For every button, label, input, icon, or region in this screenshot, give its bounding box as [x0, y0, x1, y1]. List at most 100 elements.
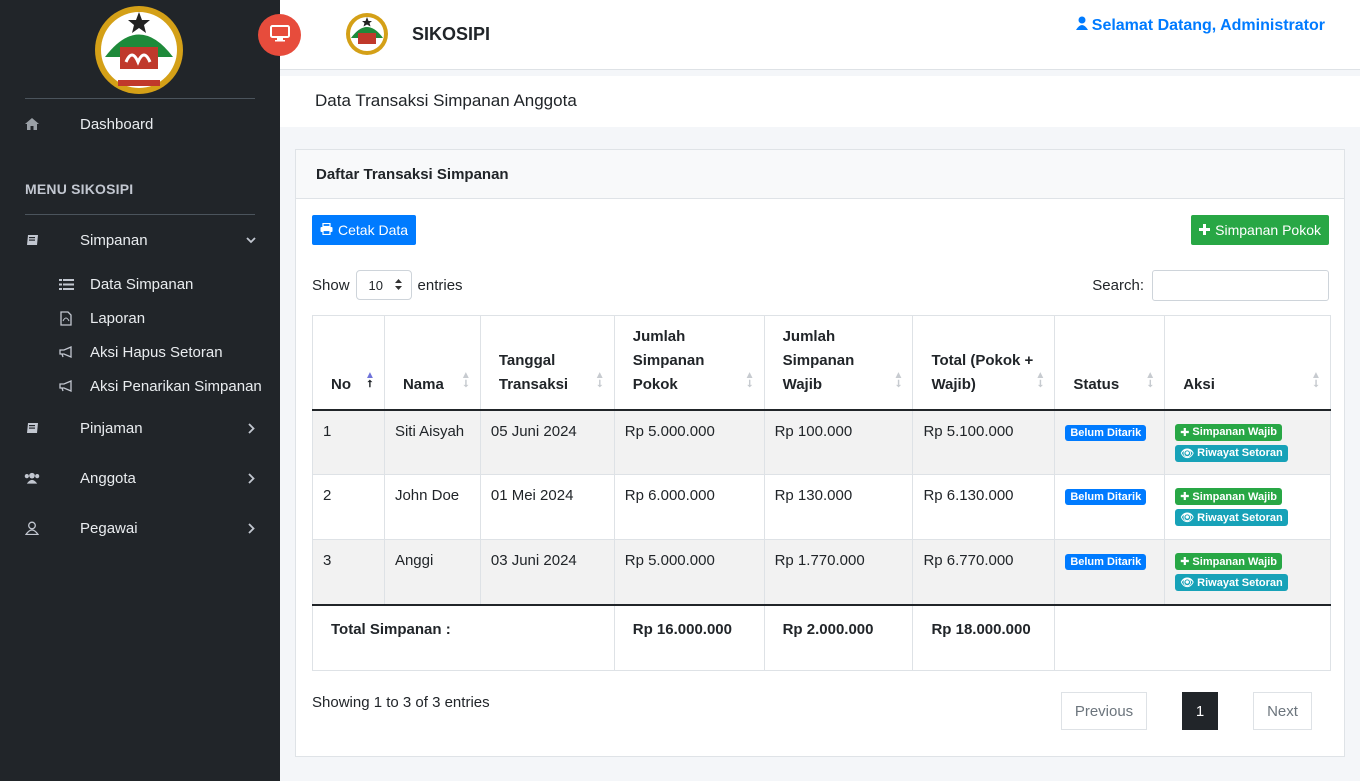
footer-label: Total Simpanan :: [312, 603, 615, 671]
sidebar-item-label: Anggota: [80, 469, 136, 487]
sidebar-item-label: Dashboard: [80, 115, 154, 133]
sidebar-subitem-label: Aksi Hapus Setoran: [90, 343, 223, 361]
entries-select[interactable]: 10: [355, 270, 412, 300]
brand-logo: [345, 12, 389, 56]
users-icon: [24, 470, 40, 486]
show-label: Show: [312, 276, 350, 294]
cell-no: 3: [312, 539, 385, 605]
sort-icon: ▲ ⭣: [1311, 369, 1321, 390]
cell-no: 2: [312, 474, 385, 540]
riwayat-setoran-button[interactable]: 👁 Riwayat Setoran: [1175, 509, 1288, 526]
column-header-wajib[interactable]: Jumlah Simpanan Wajib ▲ ⭣: [763, 315, 914, 411]
sort-icon: ▲ ⭣: [460, 369, 471, 390]
add-simpanan-pokok-button[interactable]: Simpanan Pokok: [1191, 215, 1329, 245]
chevron-right-icon: [246, 422, 256, 434]
sidebar-subitem-penarikan-simpanan[interactable]: Aksi Penarikan Simpanan: [0, 372, 280, 400]
cell-tanggal: 05 Juni 2024: [479, 409, 615, 475]
search-box: Search:: [1092, 270, 1329, 301]
cell-aksi: ✚ Simpanan Wajib 👁 Riwayat Setoran: [1164, 539, 1331, 605]
column-header-aksi[interactable]: Aksi ▲ ⭣: [1164, 315, 1331, 411]
column-header-pokok[interactable]: Jumlah Simpanan Pokok ▲ ⭣: [613, 315, 765, 411]
pagination-next[interactable]: Next: [1253, 692, 1312, 730]
logo-divider: [25, 98, 255, 99]
cell-status: Belum Ditarik: [1054, 409, 1166, 475]
pagination: Previous 1 Next: [1061, 692, 1312, 730]
sort-icon: ▲ ⭣: [744, 369, 755, 390]
sort-icon: ▲ ⭣: [1035, 369, 1046, 390]
menu-divider: [25, 214, 255, 215]
cell-status: Belum Ditarik: [1054, 539, 1166, 605]
cell-pokok: Rp 5.000.000: [613, 539, 765, 605]
transactions-table: No ▲ ⭡ Nama ▲ ⭣ Tanggal Transaksi ▲ ⭣ Jumlah S…: [312, 315, 1331, 671]
cell-pokok: Rp 6.000.000: [613, 474, 765, 540]
table-footer-row: Total Simpanan : Rp 16.000.000 Rp 2.000.…: [312, 603, 1331, 671]
sidebar-item-pegawai[interactable]: Pegawai: [0, 510, 280, 546]
search-input[interactable]: [1152, 270, 1329, 301]
sidebar-item-pinjaman[interactable]: Pinjaman: [0, 410, 280, 446]
sort-asc-icon: ▲ ⭡: [364, 369, 375, 390]
column-header-no[interactable]: No ▲ ⭡: [312, 315, 385, 411]
sidebar-item-anggota[interactable]: Anggota: [0, 460, 280, 496]
plus-icon: ✚: [1180, 556, 1190, 568]
sidebar-toggle-button[interactable]: [258, 14, 301, 56]
plus-icon: ✚: [1180, 426, 1190, 439]
eye-icon: 👁: [1180, 512, 1195, 524]
list-icon: [58, 276, 74, 292]
sidebar-subitem-data-simpanan[interactable]: Data Simpanan: [0, 270, 280, 298]
user-menu[interactable]: Selamat Datang, Administrator: [1075, 16, 1325, 35]
table-row: 1 Siti Aisyah 05 Juni 2024 Rp 5.000.000 …: [312, 409, 1331, 475]
cell-wajib: Rp 130.000: [763, 474, 914, 540]
print-data-label: Cetak Data: [338, 222, 409, 238]
simpanan-wajib-button[interactable]: ✚ Simpanan Wajib: [1175, 553, 1282, 570]
pagination-previous[interactable]: Previous: [1061, 692, 1147, 730]
menu-header: MENU SIKOSIPI: [25, 181, 134, 197]
sidebar-item-label: Simpanan: [80, 231, 148, 249]
cell-status: Belum Ditarik: [1054, 474, 1166, 540]
app-logo: [90, 2, 188, 98]
cell-no: 1: [312, 409, 385, 475]
card-title: Daftar Transaksi Simpanan: [316, 166, 509, 183]
print-icon: [320, 222, 333, 238]
select-arrows-icon: [394, 278, 402, 293]
welcome-text: Selamat Datang, Administrator: [1091, 16, 1325, 34]
entries-label: entries: [417, 276, 463, 294]
column-header-status[interactable]: Status ▲ ⭣: [1054, 315, 1166, 411]
sidebar-subitem-laporan[interactable]: Laporan: [0, 304, 280, 332]
transactions-card: Daftar Transaksi Simpanan Cetak Data Sim…: [295, 149, 1345, 757]
home-icon: [24, 116, 40, 132]
column-header-tanggal[interactable]: Tanggal Transaksi ▲ ⭣: [479, 315, 615, 411]
cell-tanggal: 01 Mei 2024: [479, 474, 615, 540]
riwayat-setoran-button[interactable]: 👁 Riwayat Setoran: [1175, 444, 1288, 462]
cell-tanggal: 03 Juni 2024: [479, 539, 615, 605]
sidebar-subitem-label: Aksi Penarikan Simpanan: [90, 377, 262, 395]
chevron-down-icon: [246, 235, 256, 245]
table-row: 3 Anggi 03 Juni 2024 Rp 5.000.000 Rp 1.7…: [312, 539, 1331, 605]
sidebar-item-simpanan[interactable]: Simpanan: [0, 222, 280, 258]
riwayat-setoran-button[interactable]: 👁 Riwayat Setoran: [1175, 574, 1288, 591]
simpanan-wajib-button[interactable]: ✚ Simpanan Wajib: [1175, 488, 1282, 505]
cell-nama: Siti Aisyah: [383, 409, 481, 475]
search-label: Search:: [1092, 277, 1144, 294]
desktop-icon: [269, 24, 290, 46]
user-icon: [24, 520, 40, 536]
sidebar-item-dashboard[interactable]: Dashboard: [0, 106, 280, 142]
brand-name: SIKOSIPI: [412, 24, 491, 44]
sidebar-subitem-hapus-setoran[interactable]: Aksi Hapus Setoran: [0, 338, 280, 366]
print-data-button[interactable]: Cetak Data: [312, 215, 417, 245]
sort-icon: ▲ ⭣: [893, 369, 904, 390]
cell-pokok: Rp 5.000.000: [613, 409, 765, 475]
bullhorn-icon: [58, 378, 74, 394]
table-info: Showing 1 to 3 of 3 entries: [312, 694, 490, 711]
cell-total: Rp 6.130.000: [912, 474, 1056, 540]
cell-total: Rp 5.100.000: [912, 409, 1056, 475]
column-header-total[interactable]: Total (Pokok + Wajib) ▲ ⭣: [912, 315, 1056, 411]
pagination-page-1[interactable]: 1: [1182, 692, 1218, 730]
status-badge: Belum Ditarik: [1065, 489, 1147, 505]
simpanan-wajib-button[interactable]: ✚ Simpanan Wajib: [1175, 423, 1282, 441]
column-header-nama[interactable]: Nama ▲ ⭣: [383, 315, 481, 411]
cell-wajib: Rp 100.000: [763, 409, 914, 475]
status-badge: Belum Ditarik: [1065, 424, 1147, 441]
card-header: Daftar Transaksi Simpanan: [296, 150, 1344, 199]
plus-icon: ✚: [1180, 491, 1190, 503]
status-badge: Belum Ditarik: [1065, 554, 1147, 570]
